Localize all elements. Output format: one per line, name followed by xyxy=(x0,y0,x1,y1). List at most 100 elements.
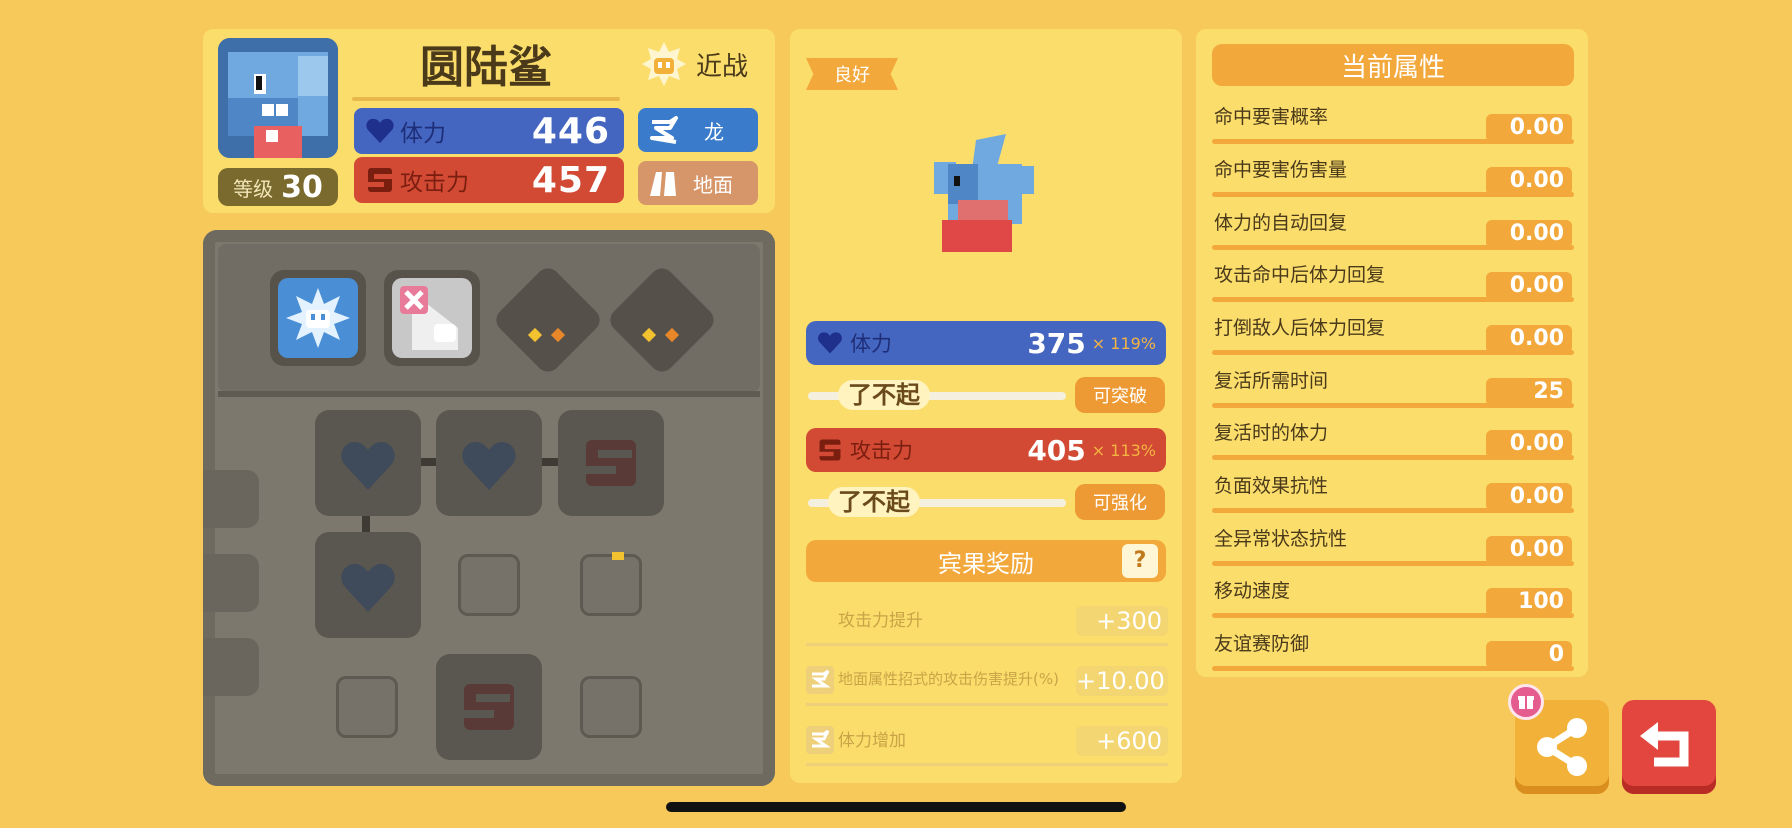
move-icon-spiky xyxy=(278,278,358,358)
heart-icon xyxy=(462,442,516,490)
board-cell-attack-2[interactable] xyxy=(436,654,542,760)
pokemon-sprite xyxy=(924,130,1044,260)
attack-icon xyxy=(586,440,636,486)
attributes-title: 当前属性 xyxy=(1212,44,1574,86)
attack-icon xyxy=(819,439,841,461)
attr-row: 体力的自动回复 0.00 xyxy=(1212,208,1574,250)
bonus-row-1: 攻击力提升 +300 xyxy=(806,606,1168,646)
attr-label: 打倒敌人后体力回复 xyxy=(1214,317,1386,339)
detail-attack-label: 攻击力 xyxy=(850,439,913,463)
dragon-type-icon xyxy=(650,116,678,144)
side-tab-attack[interactable] xyxy=(203,470,259,528)
side-tab-dragon-1[interactable] xyxy=(203,554,259,612)
bonus-label-3: 体力增加 xyxy=(838,731,906,751)
back-arrow-icon xyxy=(1640,722,1689,767)
locked-move-slot-2 xyxy=(605,263,719,377)
battle-style: 近战 xyxy=(640,42,760,86)
attack-icon xyxy=(464,684,514,730)
attr-value: 100 xyxy=(1486,588,1572,616)
attr-value: 0.00 xyxy=(1486,114,1572,142)
type-label-dragon: 龙 xyxy=(704,119,724,144)
attack-stat-bar: 攻击力 457 xyxy=(354,157,624,203)
level-value: 30 xyxy=(281,169,323,205)
attr-label: 体力的自动回复 xyxy=(1214,212,1348,234)
move-icon-disabled xyxy=(392,278,472,358)
name-underline xyxy=(352,97,620,101)
home-indicator[interactable] xyxy=(666,802,1126,812)
attr-row: 攻击命中后体力回复 0.00 xyxy=(1212,260,1574,302)
attack-grade: 了不起 xyxy=(828,487,920,517)
attr-row: 复活所需时间 25 xyxy=(1212,366,1574,408)
attr-value: 0.00 xyxy=(1486,167,1572,195)
ground-type-icon xyxy=(650,172,676,196)
back-button[interactable] xyxy=(1622,700,1716,794)
detail-attack-bar: 攻击力 405 × 113% xyxy=(806,428,1166,472)
board-cell-small-2[interactable] xyxy=(580,554,642,616)
bingo-bonus-header: 宾果奖励 xyxy=(806,540,1166,582)
bonus-value-3: +600 xyxy=(1076,726,1168,756)
pokemon-name: 圆陆鲨 xyxy=(420,42,552,93)
detail-hp-multiplier: × 119% xyxy=(1091,333,1156,353)
board-divider xyxy=(218,391,760,397)
board-cell-small-4[interactable] xyxy=(580,676,642,738)
heart-icon xyxy=(341,564,395,612)
board-cell-attack-1[interactable] xyxy=(558,410,664,516)
heart-icon xyxy=(818,332,842,354)
attr-label: 复活时的体力 xyxy=(1214,422,1329,444)
attr-value: 0.00 xyxy=(1486,430,1572,458)
side-tab-dragon-2[interactable] xyxy=(203,638,259,696)
dragon-type-icon xyxy=(806,726,834,754)
bonus-row-3: 体力增加 +600 xyxy=(806,726,1168,766)
bonus-label-1: 攻击力提升 xyxy=(838,611,923,631)
detail-hp-label: 体力 xyxy=(850,332,892,356)
move-slot-2[interactable] xyxy=(384,270,480,366)
attr-label: 全异常状态抗性 xyxy=(1214,528,1348,550)
move-slot-1[interactable] xyxy=(270,270,366,366)
attack-icon xyxy=(368,168,392,192)
hp-grade: 了不起 xyxy=(838,380,930,410)
attr-label: 命中要害概率 xyxy=(1214,106,1329,128)
bonus-value-2: +10.00 xyxy=(1076,666,1168,696)
bonus-value-1: +300 xyxy=(1076,606,1168,636)
bingo-help-button[interactable]: ? xyxy=(1122,544,1158,578)
board-cell-heart-2[interactable] xyxy=(436,410,542,516)
type-label-ground: 地面 xyxy=(693,172,733,197)
type-chip-dragon: 龙 xyxy=(638,108,758,152)
attack-label: 攻击力 xyxy=(400,170,469,196)
attr-row: 移动速度 100 xyxy=(1212,576,1574,618)
melee-icon xyxy=(642,42,686,86)
hp-breakthrough-button[interactable]: 可突破 xyxy=(1075,377,1165,413)
attr-label: 移动速度 xyxy=(1214,580,1291,602)
hp-stat-bar: 体力 446 xyxy=(354,108,624,154)
attr-value: 0 xyxy=(1486,641,1572,669)
attr-label: 命中要害伤害量 xyxy=(1214,159,1348,181)
attr-value: 0.00 xyxy=(1486,325,1572,353)
gem-marker xyxy=(612,552,624,560)
detail-attack-multiplier: × 113% xyxy=(1091,440,1156,460)
attr-row: 友谊赛防御 0 xyxy=(1212,629,1574,671)
attr-value: 0.00 xyxy=(1486,220,1572,248)
attr-value: 0.00 xyxy=(1486,536,1572,564)
attr-row: 全异常状态抗性 0.00 xyxy=(1212,524,1574,566)
board-cell-small-3[interactable] xyxy=(336,676,398,738)
board-cell-heart-1[interactable] xyxy=(315,410,421,516)
heart-icon xyxy=(366,118,394,143)
detail-hp-bar: 体力 375 × 119% xyxy=(806,321,1166,365)
attr-label: 负面效果抗性 xyxy=(1214,475,1329,497)
detail-hp-value: 375 xyxy=(1027,326,1086,360)
attack-enhance-button[interactable]: 可强化 xyxy=(1075,484,1165,520)
hp-label: 体力 xyxy=(400,121,446,147)
dragon-type-icon xyxy=(806,666,834,694)
attr-label: 友谊赛防御 xyxy=(1214,633,1310,655)
gift-icon[interactable] xyxy=(1508,684,1544,720)
attr-row: 命中要害概率 0.00 xyxy=(1212,102,1574,144)
type-chip-ground: 地面 xyxy=(638,161,758,205)
attr-value: 0.00 xyxy=(1486,272,1572,300)
level-badge: 等级 30 xyxy=(218,168,338,206)
battle-style-label: 近战 xyxy=(696,51,749,82)
attr-label: 复活所需时间 xyxy=(1214,370,1329,392)
board-cell-heart-3[interactable] xyxy=(315,532,421,638)
board-cell-small-1[interactable] xyxy=(458,554,520,616)
attr-row: 复活时的体力 0.00 xyxy=(1212,418,1574,460)
attr-label: 攻击命中后体力回复 xyxy=(1214,264,1386,286)
